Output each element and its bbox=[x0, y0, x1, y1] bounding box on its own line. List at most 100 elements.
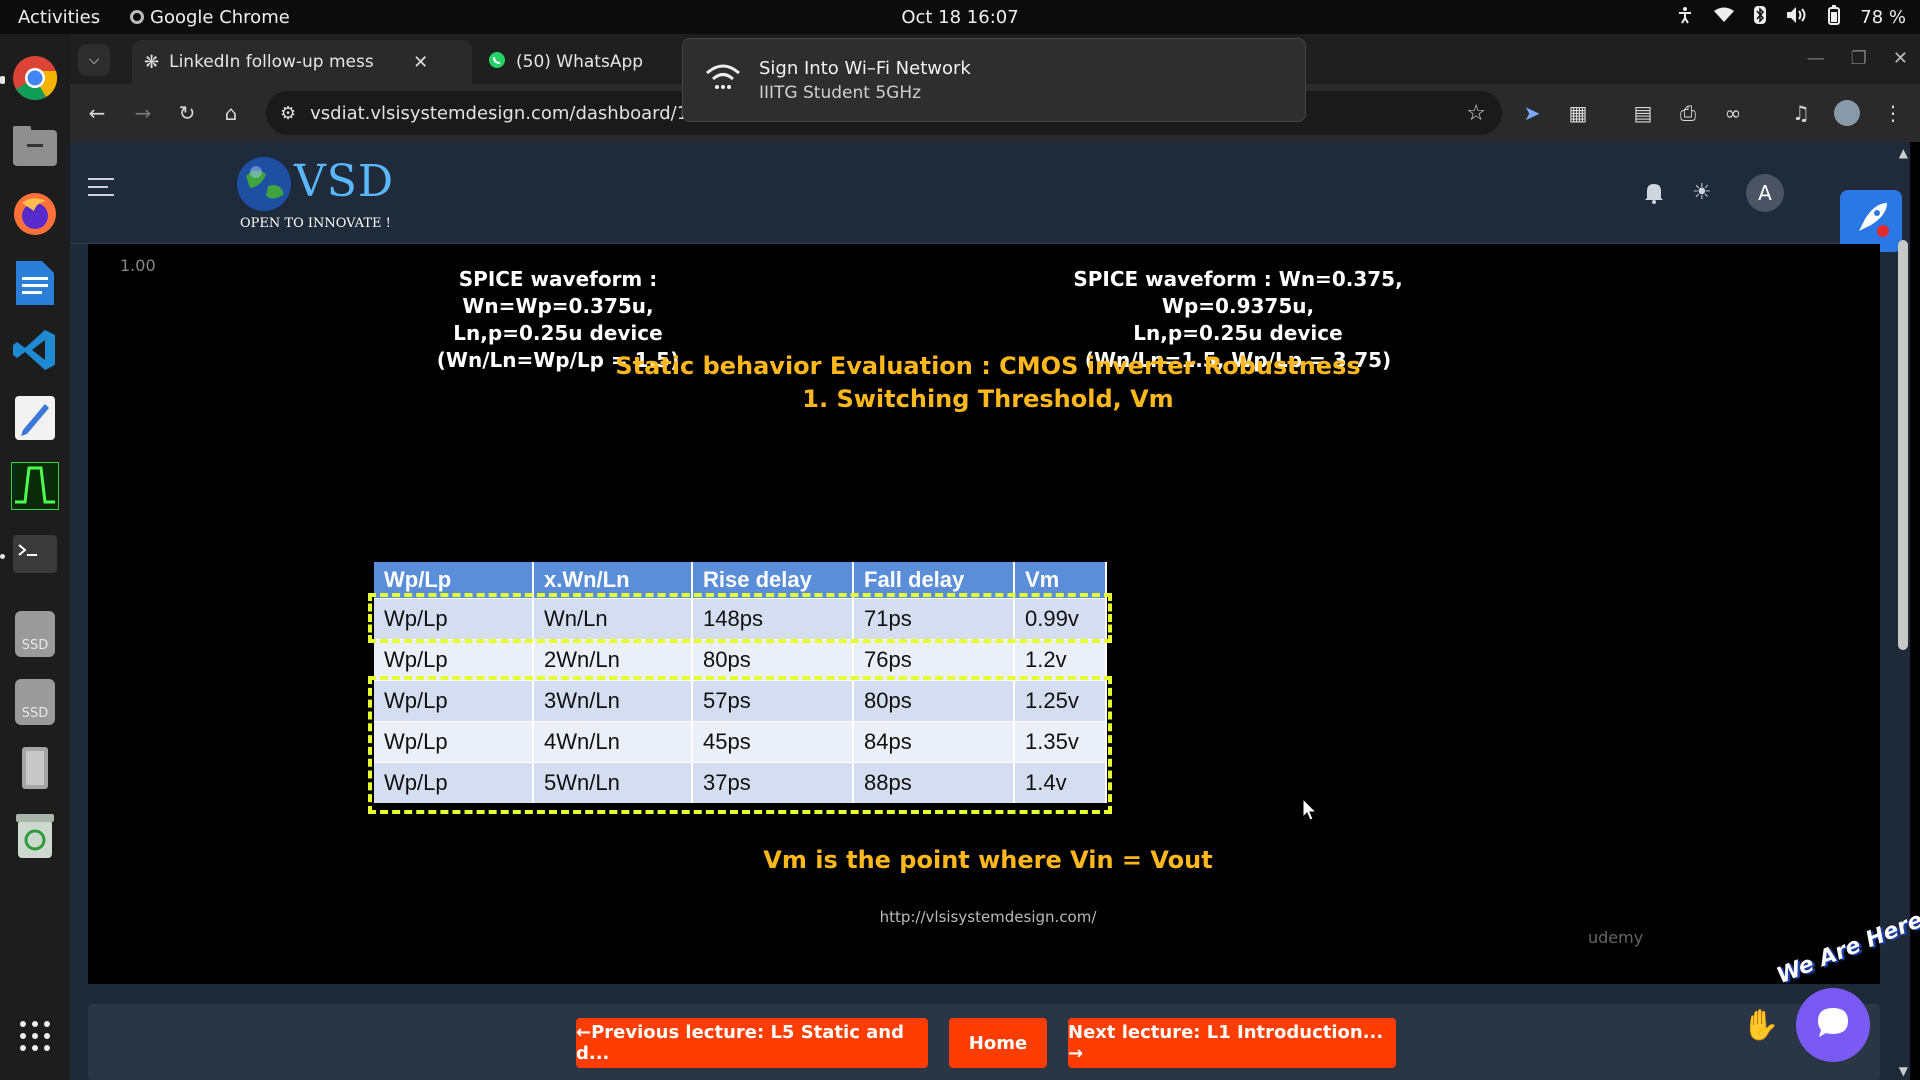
dock-vscode[interactable] bbox=[9, 326, 61, 378]
running-indicator bbox=[0, 553, 5, 559]
clock[interactable]: Oct 18 16:07 bbox=[901, 7, 1018, 28]
lecture-video-player[interactable]: 1.00 SPICE waveform : Wn=Wp=0.375u, Ln,p… bbox=[88, 244, 1880, 984]
vscode-icon bbox=[13, 328, 57, 376]
close-tab-icon[interactable]: ✕ bbox=[413, 52, 428, 73]
table-cell: 80ps bbox=[692, 638, 854, 680]
rocket-icon bbox=[1851, 199, 1891, 243]
slide-title-line-1: Static behavior Evaluation : CMOS invert… bbox=[615, 352, 1361, 380]
extensions-puzzle-icon[interactable]: ▦ bbox=[1565, 100, 1591, 126]
tab-search-button[interactable]: ⌵ bbox=[78, 44, 110, 76]
removable-drive-icon bbox=[22, 747, 48, 793]
reload-icon[interactable]: ↻ bbox=[174, 100, 200, 126]
user-avatar[interactable]: A bbox=[1746, 174, 1784, 212]
caption-line: SPICE waveform : Wn=0.375, Wp=0.9375u, bbox=[1073, 267, 1403, 318]
print-icon[interactable]: ⎙ bbox=[1675, 100, 1701, 126]
tab-title: LinkedIn follow-up mess bbox=[169, 52, 374, 72]
menu-kebab-icon[interactable]: ⋮ bbox=[1880, 100, 1906, 126]
home-icon[interactable]: ⌂ bbox=[218, 100, 244, 126]
whatsapp-icon bbox=[488, 51, 506, 74]
wifi-notification[interactable]: Sign Into Wi–Fi Network IIITG Student 5G… bbox=[682, 38, 1306, 122]
close-window-icon[interactable]: ✕ bbox=[1893, 48, 1908, 69]
previous-lecture-button[interactable]: ←Previous lecture: L5 Static and d... bbox=[576, 1018, 928, 1068]
tab-whatsapp[interactable]: (50) WhatsApp bbox=[488, 40, 688, 84]
site-settings-icon[interactable]: ⚙ bbox=[280, 103, 296, 124]
url-text: vsdiat.vlsisystemdesign.com/dashboard/14 bbox=[310, 102, 700, 124]
chat-widget[interactable]: We Are Here! ✋ bbox=[1742, 904, 1920, 1064]
accessibility-icon bbox=[1676, 6, 1694, 29]
hamburger-menu-icon[interactable] bbox=[88, 176, 114, 202]
maximize-icon[interactable]: ❐ bbox=[1851, 48, 1867, 69]
caption-line: Ln,p=0.25u device bbox=[1133, 321, 1343, 345]
dock-text-editor[interactable] bbox=[9, 394, 61, 446]
slide-title: Static behavior Evaluation : CMOS invert… bbox=[588, 350, 1388, 416]
drive-icon: SSD bbox=[15, 611, 55, 657]
document-writer-icon bbox=[16, 259, 54, 309]
text-editor-icon bbox=[15, 396, 55, 444]
back-icon[interactable]: ← bbox=[84, 100, 110, 126]
minimize-icon[interactable]: — bbox=[1807, 48, 1825, 69]
dock-firefox[interactable] bbox=[9, 190, 61, 242]
window-controls: — ❐ ✕ bbox=[1807, 48, 1908, 69]
waveform-viewer-icon bbox=[10, 461, 60, 514]
chatgpt-icon: ❋ bbox=[144, 51, 160, 73]
tab-title: (50) WhatsApp bbox=[516, 52, 644, 72]
chat-bubble-icon bbox=[1815, 1005, 1851, 1045]
home-button[interactable]: Home bbox=[949, 1018, 1047, 1068]
app-name: Google Chrome bbox=[150, 6, 290, 28]
bookmark-star-icon[interactable]: ☆ bbox=[1466, 101, 1486, 126]
chat-open-button[interactable] bbox=[1796, 988, 1870, 1062]
system-tray[interactable]: 78 % bbox=[1676, 4, 1906, 30]
table-cell: 76ps bbox=[853, 638, 1015, 680]
caption-line: Ln,p=0.25u device bbox=[453, 321, 663, 345]
media-controls-icon[interactable]: ♫ bbox=[1788, 100, 1814, 126]
dock-ssd-2[interactable]: SSD bbox=[9, 676, 61, 728]
notification-bell-icon[interactable] bbox=[1644, 182, 1664, 208]
caption-line: SPICE waveform : Wn=Wp=0.375u, bbox=[458, 267, 658, 318]
reading-mode-icon[interactable]: ▤ bbox=[1630, 100, 1656, 126]
globe-icon bbox=[236, 156, 292, 216]
dock-ssd-1[interactable]: SSD bbox=[9, 608, 61, 660]
table-cell: 1.2v bbox=[1014, 638, 1107, 680]
notification-subtitle: IIITG Student 5GHz bbox=[759, 82, 922, 103]
dock-terminal[interactable] bbox=[0, 530, 61, 582]
page-viewport: VSD OPEN TO INNOVATE ! ☀ A ▲ ▼ 1.00 SPIC… bbox=[70, 142, 1910, 1080]
notification-title: Sign Into Wi–Fi Network bbox=[759, 57, 971, 79]
chrome-small-icon bbox=[130, 10, 144, 24]
dock-chrome[interactable] bbox=[0, 54, 61, 106]
forward-icon[interactable]: → bbox=[130, 100, 156, 126]
profile-avatar-icon[interactable] bbox=[1834, 100, 1860, 126]
dock-trash[interactable] bbox=[9, 812, 61, 864]
scroll-down-arrow-icon[interactable]: ▼ bbox=[1899, 1064, 1908, 1078]
playback-speed: 1.00 bbox=[120, 256, 156, 275]
ubuntu-dock: SSD SSD bbox=[0, 34, 70, 1080]
trash-icon bbox=[16, 814, 54, 862]
copy-link-icon[interactable]: ∞ bbox=[1720, 100, 1746, 126]
vsd-logo[interactable]: VSD OPEN TO INNOVATE ! bbox=[236, 154, 406, 234]
wifi-notification-icon bbox=[705, 63, 741, 97]
dock-waveform-viewer[interactable] bbox=[9, 461, 61, 514]
page-scrollbar[interactable] bbox=[1898, 240, 1908, 650]
url-watermark: http://vlsisystemdesign.com/ bbox=[879, 908, 1097, 926]
battery-icon bbox=[1828, 4, 1841, 30]
dock-app-grid[interactable] bbox=[9, 1012, 61, 1064]
lecture-navigation: ←Previous lecture: L5 Static and d... Ho… bbox=[88, 1004, 1880, 1080]
wifi-icon bbox=[1714, 7, 1735, 28]
dock-removable-drive[interactable] bbox=[9, 744, 61, 796]
waving-hand-icon: ✋ bbox=[1742, 1008, 1780, 1043]
dock-writer[interactable] bbox=[9, 258, 61, 310]
scroll-up-arrow-icon[interactable]: ▲ bbox=[1899, 146, 1908, 160]
theme-toggle-icon[interactable]: ☀ bbox=[1692, 180, 1712, 205]
extension-floating-button[interactable] bbox=[1840, 190, 1902, 252]
dock-files[interactable] bbox=[9, 122, 61, 174]
activities-button[interactable]: Activities bbox=[18, 7, 100, 28]
tab-linkedin[interactable]: ❋ LinkedIn follow-up mess ✕ bbox=[132, 40, 472, 84]
app-grid-icon bbox=[19, 1020, 51, 1056]
bluetooth-icon bbox=[1754, 5, 1767, 29]
battery-percentage: 78 % bbox=[1860, 6, 1906, 28]
app-menu[interactable]: Google Chrome bbox=[130, 7, 290, 28]
table-cell: Wp/Lp bbox=[374, 638, 534, 680]
extension-rocket-icon[interactable]: ➤ bbox=[1519, 100, 1545, 126]
drive-icon: SSD bbox=[15, 679, 55, 725]
udemy-watermark: udemy bbox=[1588, 928, 1644, 947]
next-lecture-button[interactable]: Next lecture: L1 Introduction... → bbox=[1068, 1018, 1396, 1068]
